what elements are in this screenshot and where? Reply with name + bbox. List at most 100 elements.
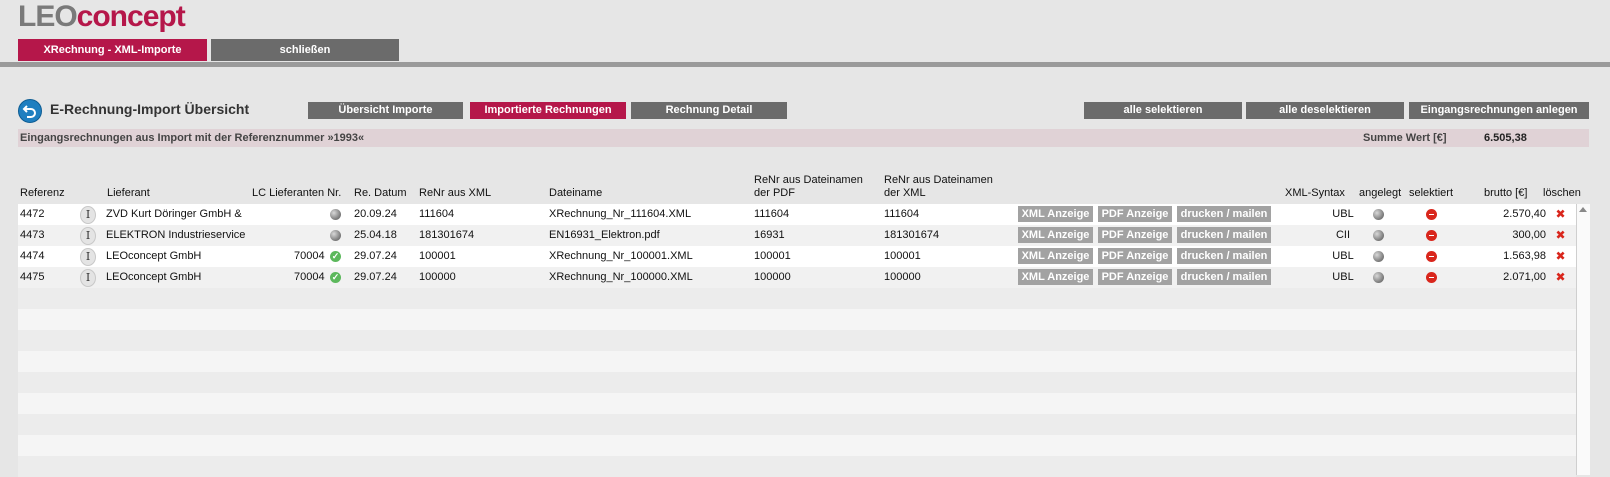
cell-renr-xmlfile: 111604 (884, 208, 920, 220)
table-empty-row (18, 414, 1576, 435)
scrollbar[interactable] (1576, 204, 1590, 475)
scroll-up-arrow-icon[interactable] (1579, 207, 1587, 212)
table-row[interactable]: 4475 I LEOconcept GmbH 70004 ✓ 29.07.24 100000… (18, 267, 1576, 288)
cell-renr-xml: 181301674 (419, 229, 475, 241)
cell-referenz: 4474 (20, 250, 45, 262)
cell-xml-syntax: UBL (1332, 271, 1354, 283)
print-mail-button[interactable]: drucken / mailen (1177, 227, 1271, 243)
cell-lieferant: ZVD Kurt Döringer GmbH & (106, 208, 242, 220)
table-empty-row (18, 351, 1576, 372)
col-lc-nr: LC Lieferanten Nr. (252, 187, 342, 199)
cell-renr-xml: 100001 (419, 250, 456, 262)
sum-value: 6.505,38 (1484, 132, 1527, 144)
tab-uebersicht-importe[interactable]: Übersicht Importe (308, 102, 463, 119)
table-empty-row (18, 288, 1576, 309)
red-circle-icon[interactable] (1426, 251, 1437, 262)
table-empty-row (18, 330, 1576, 351)
logo: LEO concept (18, 0, 186, 34)
pdf-view-button[interactable]: PDF Anzeige (1098, 206, 1172, 222)
delete-x-icon[interactable]: ✖ (1555, 208, 1566, 220)
create-incoming-invoices-button[interactable]: Eingangsrechnungen anlegen (1409, 102, 1589, 119)
pdf-view-button[interactable]: PDF Anzeige (1098, 227, 1172, 243)
col-renr-xmlfile: ReNr aus Dateinamen der XML (884, 174, 993, 200)
cell-re-datum: 29.07.24 (354, 271, 397, 283)
select-all-button[interactable]: alle selektieren (1084, 102, 1242, 119)
back-arrow-icon[interactable] (18, 99, 42, 123)
info-bar-text: Eingangsrechnungen aus Import mit der Re… (20, 132, 365, 144)
info-icon[interactable]: I (80, 206, 96, 224)
cell-xml-syntax: UBL (1332, 208, 1354, 220)
pdf-view-button[interactable]: PDF Anzeige (1098, 269, 1172, 285)
xml-view-button[interactable]: XML Anzeige (1018, 227, 1093, 243)
tab-close[interactable]: schließen (211, 39, 399, 61)
cell-dateiname: EN16931_Elektron.pdf (549, 229, 660, 241)
table-empty-row (18, 456, 1576, 477)
cell-re-datum: 25.04.18 (354, 229, 397, 241)
xml-view-button[interactable]: XML Anzeige (1018, 269, 1093, 285)
cell-lieferant: LEOconcept GmbH (106, 250, 202, 262)
cell-brutto: 2.071,00 (1503, 271, 1546, 283)
cell-renr-xmlfile: 100001 (884, 250, 921, 262)
delete-x-icon[interactable]: ✖ (1555, 229, 1566, 241)
info-icon[interactable]: I (80, 269, 96, 287)
grey-dot-icon (1373, 272, 1384, 283)
col-xml-syntax: XML-Syntax (1285, 187, 1345, 199)
table-row[interactable]: 4473 I ELEKTRON Industrieservice 25.04.18 18… (18, 225, 1576, 246)
delete-x-icon[interactable]: ✖ (1555, 250, 1566, 262)
grey-dot-icon (1373, 209, 1384, 220)
tab-xrechnung-importe[interactable]: XRechnung - XML-Importe (18, 39, 207, 61)
grey-dot-icon (330, 230, 341, 241)
table-empty-row (18, 372, 1576, 393)
col-brutto: brutto [€] (1484, 187, 1528, 199)
cell-xml-syntax: UBL (1332, 250, 1354, 262)
cell-re-datum: 20.09.24 (354, 208, 397, 220)
col-dateiname: Dateiname (549, 187, 603, 199)
cell-lc-nr: 70004 (294, 250, 325, 262)
cell-renr-pdf: 111604 (754, 208, 790, 220)
tab-importierte-rechnungen[interactable]: Importierte Rechnungen (470, 102, 626, 119)
col-renr-pdf-line1: ReNr aus Dateinamen (754, 174, 863, 186)
xml-view-button[interactable]: XML Anzeige (1018, 206, 1093, 222)
col-angelegt: angelegt (1359, 187, 1402, 199)
print-mail-button[interactable]: drucken / mailen (1177, 206, 1271, 222)
info-icon[interactable]: I (80, 248, 96, 266)
delete-x-icon[interactable]: ✖ (1555, 271, 1566, 283)
cell-renr-xml: 100000 (419, 271, 456, 283)
col-lieferant: Lieferant (107, 187, 150, 199)
print-mail-button[interactable]: drucken / mailen (1177, 269, 1271, 285)
col-renr-xml: ReNr aus XML (419, 187, 492, 199)
cell-renr-xmlfile: 100000 (884, 271, 921, 283)
info-icon[interactable]: I (80, 227, 96, 245)
header-divider (0, 62, 1610, 67)
table-row[interactable]: 4472 I ZVD Kurt Döringer GmbH & 20.09.24 111… (18, 204, 1576, 225)
pdf-view-button[interactable]: PDF Anzeige (1098, 248, 1172, 264)
red-circle-icon[interactable] (1426, 230, 1437, 241)
tab-rechnung-detail[interactable]: Rechnung Detail (631, 102, 787, 119)
col-referenz: Referenz (20, 187, 65, 199)
cell-lc-nr: 70004 (294, 271, 325, 283)
grey-dot-icon (330, 209, 341, 220)
table-empty-row (18, 309, 1576, 330)
col-re-datum: Re. Datum (354, 187, 407, 199)
cell-lieferant: ELEKTRON Industrieservice (106, 229, 246, 241)
grey-dot-icon (1373, 251, 1384, 262)
col-renr-xmlfile-line1: ReNr aus Dateinamen (884, 174, 993, 186)
cell-brutto: 2.570,40 (1503, 208, 1546, 220)
cell-renr-pdf: 16931 (754, 229, 785, 241)
page-title: E-Rechnung-Import Übersicht (50, 101, 250, 117)
print-mail-button[interactable]: drucken / mailen (1177, 248, 1271, 264)
deselect-all-button[interactable]: alle deselektieren (1246, 102, 1404, 119)
table-empty-row (18, 393, 1576, 414)
xml-view-button[interactable]: XML Anzeige (1018, 248, 1093, 264)
red-circle-icon[interactable] (1426, 272, 1437, 283)
red-circle-icon[interactable] (1426, 209, 1437, 220)
info-bar: Eingangsrechnungen aus Import mit der Re… (18, 129, 1589, 147)
table-row[interactable]: 4474 I LEOconcept GmbH 70004 ✓ 29.07.24 100001… (18, 246, 1576, 267)
cell-referenz: 4473 (20, 229, 45, 241)
cell-brutto: 1.563,98 (1503, 250, 1546, 262)
col-renr-pdf-line2: der PDF (754, 187, 795, 199)
cell-referenz: 4475 (20, 271, 45, 283)
cell-referenz: 4472 (20, 208, 45, 220)
col-loeschen: löschen (1543, 187, 1581, 199)
cell-dateiname: XRechnung_Nr_100000.XML (549, 271, 693, 283)
